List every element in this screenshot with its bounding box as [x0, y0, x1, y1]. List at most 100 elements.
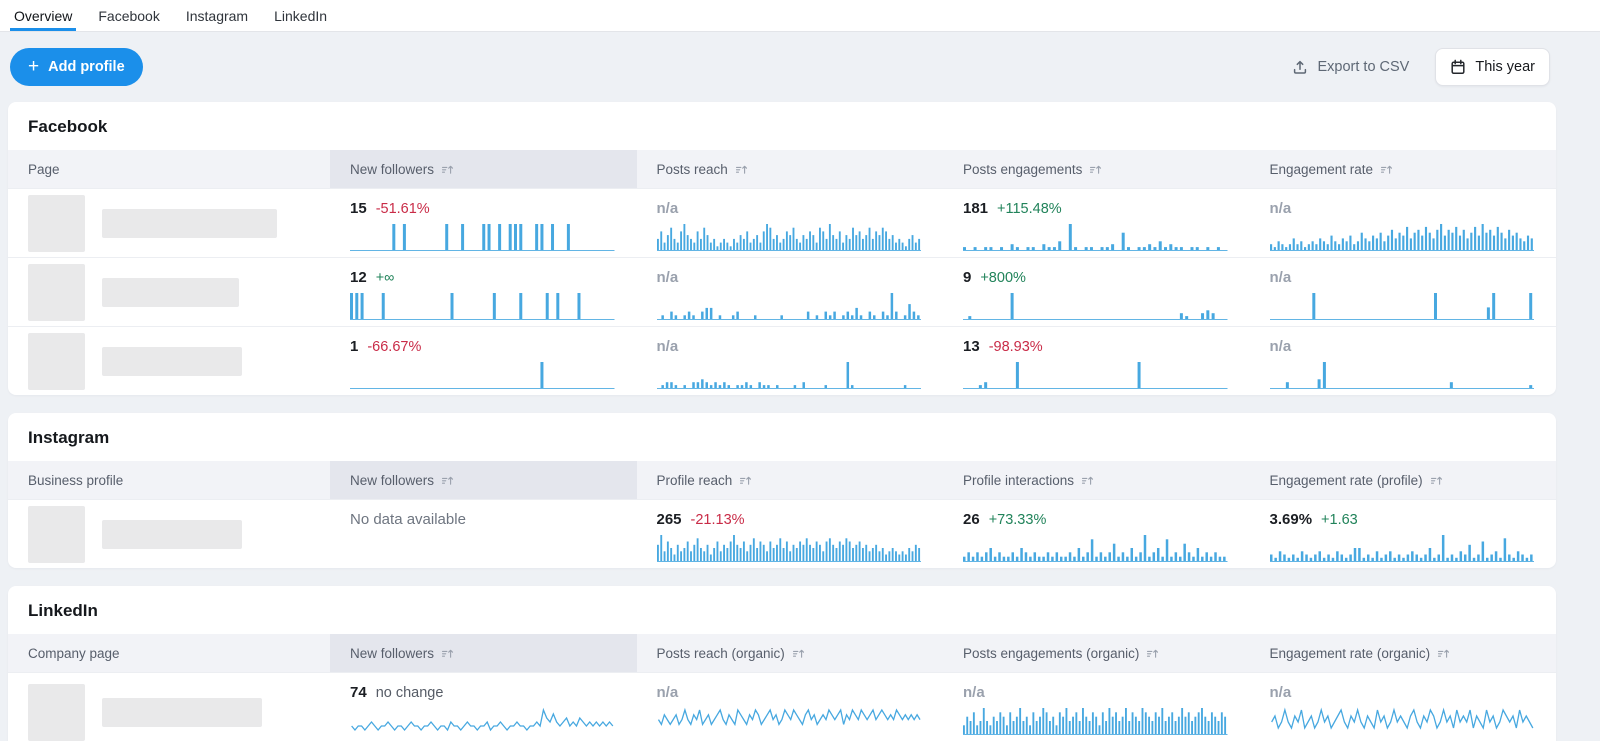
- metric-value: 13: [963, 338, 980, 355]
- metric-cell: 74 no change: [330, 673, 637, 741]
- metric-value: 3.69%: [1269, 511, 1313, 528]
- column-header-engagement-rate-profile[interactable]: Engagement rate (profile): [1250, 461, 1557, 499]
- column-header-label: Profile interactions: [963, 472, 1075, 488]
- tab-label: Instagram: [185, 7, 249, 24]
- column-header-label: Posts reach (organic): [656, 645, 785, 661]
- sparkline: [1269, 360, 1534, 390]
- profile-cell[interactable]: [8, 500, 330, 568]
- sparkline: [350, 706, 615, 736]
- metric-cell: n/a: [637, 189, 944, 257]
- calendar-icon: [1451, 59, 1465, 74]
- column-header-engagement-rate[interactable]: Engagement rate: [1250, 150, 1557, 188]
- metric-cell: 265 -21.13%: [637, 500, 944, 568]
- column-header-new-followers[interactable]: New followers: [330, 150, 637, 188]
- sparkline: [656, 291, 921, 321]
- metric-value: 265: [656, 511, 682, 528]
- export-csv-button[interactable]: Export to CSV: [1292, 59, 1409, 75]
- column-header-posts-reach-organic[interactable]: Posts reach (organic): [637, 634, 944, 672]
- plus-icon: +: [28, 55, 40, 77]
- sort-icon: [1090, 165, 1102, 174]
- metric-value: n/a: [1269, 338, 1292, 355]
- date-range-button[interactable]: This year: [1435, 48, 1550, 86]
- metric-value: n/a: [656, 338, 679, 355]
- metric-change: no change: [375, 685, 444, 701]
- tab-overview[interactable]: Overview: [10, 0, 77, 31]
- sort-icon: [1438, 649, 1450, 658]
- column-header-posts-engagements-organic[interactable]: Posts engagements (organic): [943, 634, 1250, 672]
- metric-value: 9: [963, 269, 972, 286]
- metric-cell: n/a: [1250, 327, 1557, 395]
- toolbar-right: Export to CSV This year: [1292, 48, 1550, 86]
- sparkline: [656, 222, 921, 252]
- sort-icon: [1082, 476, 1094, 485]
- metric-cell: 3.69% +1.63: [1250, 500, 1557, 568]
- column-header-posts-reach[interactable]: Posts reach: [637, 150, 944, 188]
- column-header-profile-interactions[interactable]: Profile interactions: [943, 461, 1250, 499]
- metric-cell: 9 +800%: [943, 258, 1250, 326]
- sparkline: [963, 360, 1228, 390]
- profile-name-placeholder: [102, 277, 239, 307]
- metric-cell: n/a: [637, 673, 944, 741]
- column-header-posts-engagements[interactable]: Posts engagements: [943, 150, 1250, 188]
- column-header-label: New followers: [350, 161, 435, 177]
- metric-value: n/a: [656, 684, 679, 701]
- sparkline: [1269, 222, 1534, 252]
- column-header-new-followers[interactable]: New followers: [330, 634, 637, 672]
- metric-value: 1: [350, 338, 359, 355]
- metric-change: -66.67%: [367, 339, 422, 355]
- facebook-table-header: Page New followers Posts reach Posts eng…: [8, 150, 1556, 188]
- column-header-new-followers[interactable]: New followers: [330, 461, 637, 499]
- profile-cell[interactable]: [8, 673, 330, 741]
- metric-value: n/a: [1269, 684, 1292, 701]
- table-row: 12 +∞ n/a 9 +800% n/a: [8, 257, 1556, 326]
- profile-cell[interactable]: [8, 327, 330, 395]
- sparkline: [1269, 533, 1534, 563]
- instagram-table-header: Business profile New followers Profile r…: [8, 461, 1556, 499]
- profile-name-placeholder: [102, 208, 277, 238]
- column-header-page: Page: [8, 150, 330, 188]
- avatar: [28, 194, 85, 252]
- linkedin-section: LinkedIn Company page New followers Post…: [8, 586, 1556, 741]
- tab-label: Facebook: [98, 7, 160, 24]
- tab-instagram[interactable]: Instagram: [182, 0, 252, 31]
- section-title: LinkedIn: [28, 601, 98, 620]
- sort-icon: [1147, 649, 1159, 658]
- sparkline: [350, 222, 615, 252]
- metric-value: n/a: [1269, 200, 1292, 217]
- add-profile-button[interactable]: + Add profile: [10, 48, 143, 86]
- profile-cell[interactable]: [8, 258, 330, 326]
- metric-change: +73.33%: [988, 512, 1047, 528]
- avatar: [28, 684, 85, 741]
- sort-icon: [441, 165, 454, 174]
- tab-facebook[interactable]: Facebook: [94, 0, 163, 31]
- sparkline: [963, 706, 1228, 736]
- profile-cell[interactable]: [8, 189, 330, 257]
- metric-value: n/a: [963, 684, 985, 701]
- toolbar: + Add profile Export to CSV This year: [0, 32, 1600, 102]
- profile-name-placeholder: [102, 698, 262, 727]
- sparkline: [1270, 706, 1535, 736]
- tab-linkedin[interactable]: LinkedIn: [270, 0, 331, 31]
- instagram-section: Instagram Business profile New followers…: [8, 413, 1556, 568]
- metric-value: n/a: [656, 269, 679, 286]
- metric-cell: n/a: [1250, 673, 1557, 741]
- profile-name-placeholder: [102, 346, 242, 376]
- column-header-label: New followers: [350, 472, 435, 488]
- column-header-label: Engagement rate (organic): [1269, 645, 1431, 661]
- sparkline: [1269, 291, 1534, 321]
- column-header-profile-reach[interactable]: Profile reach: [637, 461, 944, 499]
- column-header-label: Engagement rate (profile): [1269, 472, 1423, 488]
- add-profile-label: Add profile: [48, 59, 125, 75]
- section-title: Instagram: [28, 428, 110, 447]
- metric-value: n/a: [656, 200, 679, 217]
- column-header-label: Posts engagements: [963, 161, 1083, 177]
- avatar: [28, 332, 85, 390]
- column-header-engagement-rate-organic[interactable]: Engagement rate (organic): [1250, 634, 1557, 672]
- sort-icon: [1430, 476, 1442, 485]
- metric-cell: n/a: [637, 258, 944, 326]
- sparkline: [350, 360, 615, 390]
- metric-cell: n/a: [943, 673, 1250, 741]
- column-header-label: Posts engagements (organic): [963, 645, 1140, 661]
- column-header-label: Engagement rate: [1269, 161, 1374, 177]
- metric-change: +∞: [375, 270, 395, 286]
